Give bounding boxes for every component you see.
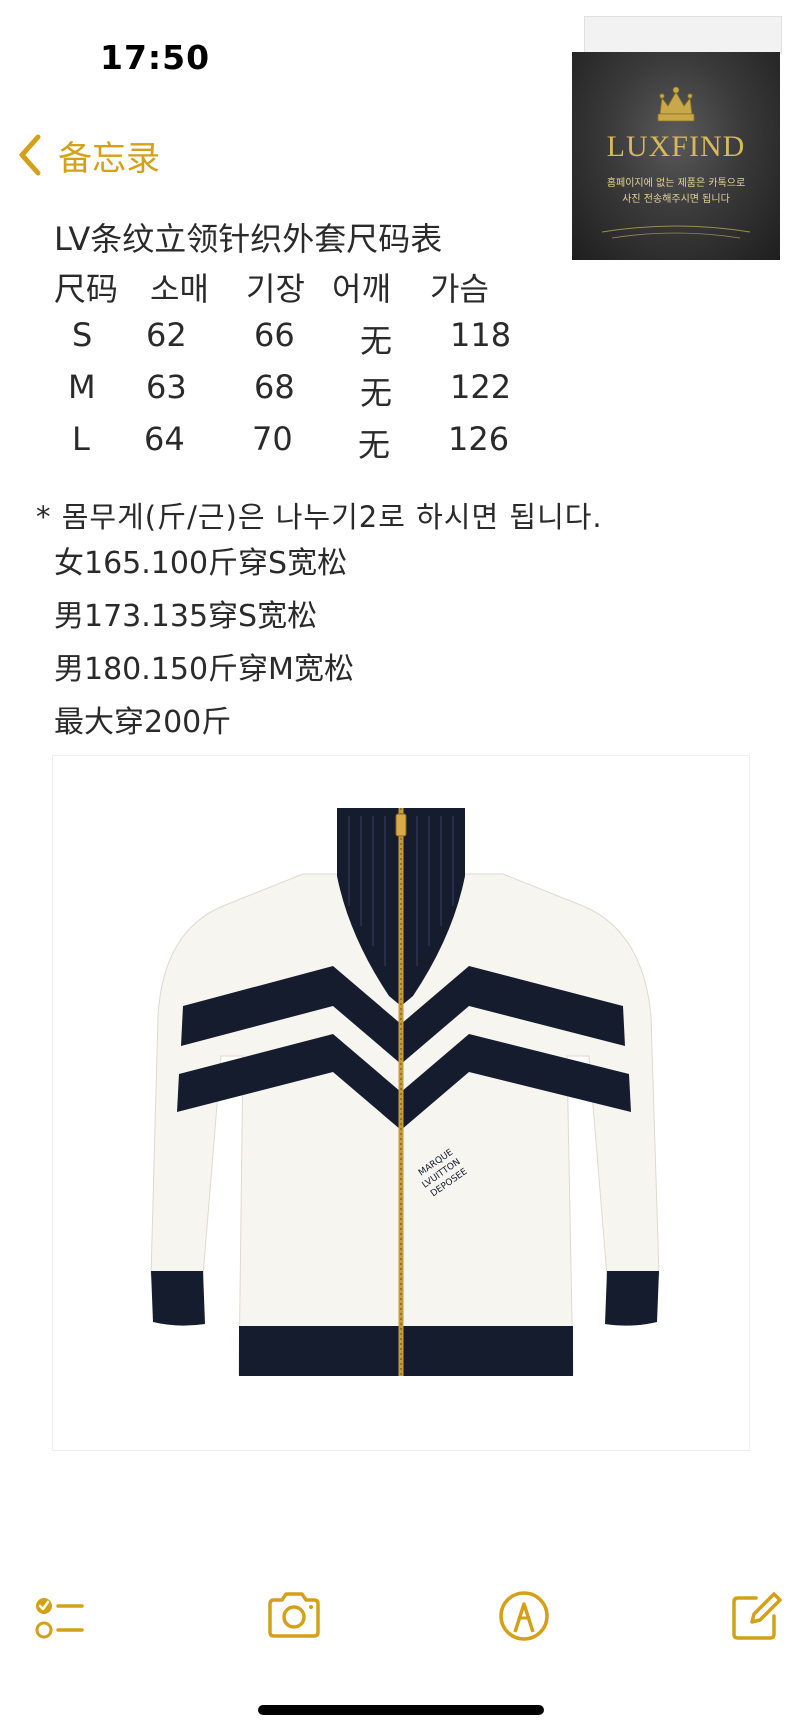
camera-button[interactable] — [264, 1586, 324, 1646]
watermark-logo: LUXFIND 홈페이지에 없는 제품은 카톡으로 사진 전송해주시면 됩니다 — [572, 52, 780, 260]
home-indicator[interactable] — [258, 1705, 544, 1715]
table-row: M 63 68 无 122 — [50, 368, 540, 418]
table-cell: S — [72, 316, 93, 354]
table-cell: L — [72, 420, 90, 458]
table-cell: 无 — [358, 426, 391, 464]
watermark-line-1: 홈페이지에 없는 제품은 카톡으로 — [606, 178, 746, 189]
table-cell: 无 — [360, 322, 393, 360]
watermark-top-strip — [584, 16, 782, 54]
table-cell: 126 — [448, 420, 510, 458]
checklist-icon — [35, 1598, 84, 1639]
bottom-toolbar — [0, 1580, 800, 1660]
status-time: 17:50 — [100, 38, 211, 77]
weight-note: * 몸무게(斤/근)은 나누기2로 하시면 됩니다. — [36, 500, 603, 534]
product-photo[interactable]: MARQUE LVUITTON DEPOSEE — [52, 755, 750, 1451]
compose-button[interactable] — [726, 1586, 786, 1646]
table-cell: 118 — [450, 316, 512, 354]
markup-icon — [499, 1591, 549, 1641]
fit-line: 女165.100斤穿S宽松 — [54, 546, 348, 581]
table-row: L 64 70 无 126 — [50, 420, 540, 470]
table-cell: 122 — [450, 368, 512, 406]
markup-button[interactable] — [494, 1586, 554, 1646]
table-cell: 63 — [146, 368, 187, 406]
checklist-button[interactable] — [30, 1586, 90, 1646]
table-header: 어깨 — [332, 270, 391, 308]
fit-line: 最大穿200斤 — [54, 705, 232, 740]
table-cell: 无 — [360, 374, 393, 412]
table-cell: M — [68, 368, 96, 406]
fit-line: 男180.150斤穿M宽松 — [54, 652, 354, 687]
table-header: 尺码 — [54, 270, 119, 308]
compose-icon — [732, 1592, 782, 1640]
table-cell: 68 — [254, 368, 295, 406]
camera-icon — [268, 1592, 320, 1638]
table-cell: 66 — [254, 316, 295, 354]
fit-line: 男173.135穿S宽松 — [54, 599, 318, 634]
table-header-row: 尺码 소매 기장 어깨 가슴 — [50, 264, 540, 314]
table-header: 가슴 — [430, 270, 489, 308]
table-cell: 62 — [146, 316, 187, 354]
table-cell: 64 — [144, 420, 185, 458]
jacket-illustration: MARQUE LVUITTON DEPOSEE — [150, 808, 660, 1376]
table-header: 소매 — [150, 270, 209, 308]
note-title: LV条纹立领针织外套尺码表 — [54, 220, 443, 258]
table-row: S 62 66 无 118 — [50, 316, 540, 366]
back-label: 备忘录 — [58, 138, 160, 179]
table-header: 기장 — [246, 270, 305, 308]
table-cell: 70 — [252, 420, 293, 458]
watermark-brand: LUXFIND — [606, 130, 746, 163]
back-button[interactable]: 备忘录 — [16, 130, 160, 180]
watermark-line-2: 사진 전송해주시면 됩니다 — [622, 194, 730, 205]
chevron-left-icon — [19, 134, 41, 176]
